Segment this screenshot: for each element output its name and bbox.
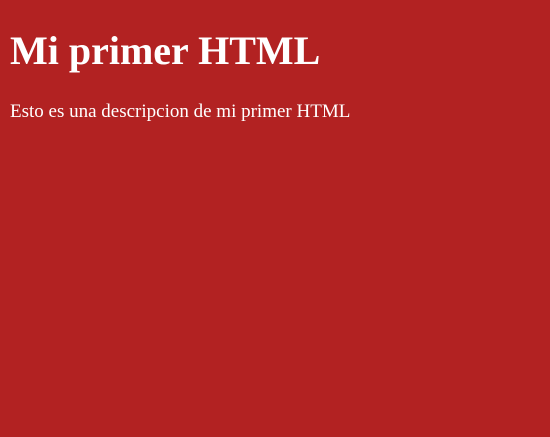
page-title: Mi primer HTML bbox=[10, 28, 321, 73]
page-description: Esto es una descripcion de mi primer HTM… bbox=[10, 101, 351, 122]
